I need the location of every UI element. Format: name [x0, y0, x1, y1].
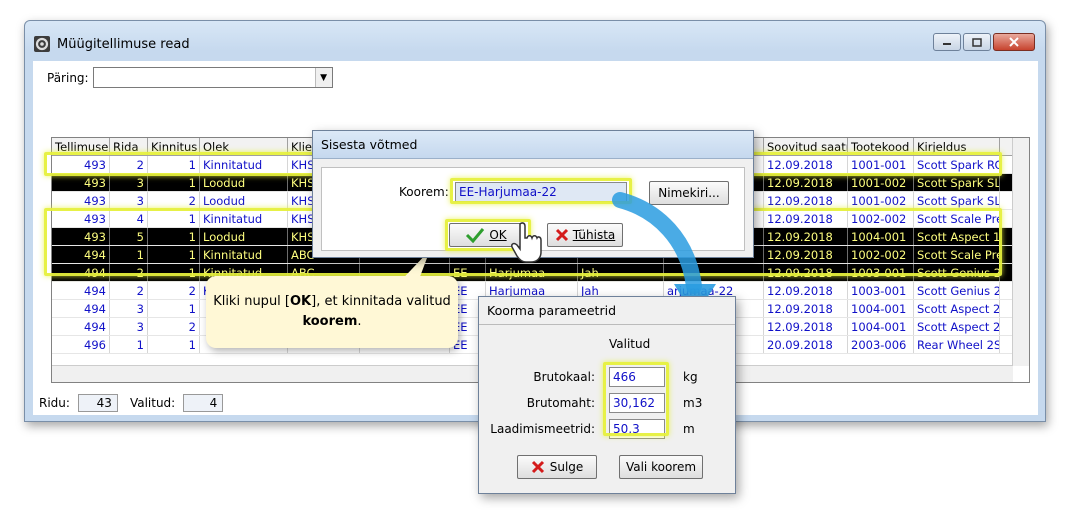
x-icon: [555, 228, 568, 242]
table-cell: 3: [110, 300, 148, 317]
query-label: Päring:: [47, 70, 89, 85]
table-cell: Loodud: [200, 174, 288, 191]
table-cell: 1: [148, 174, 200, 191]
table-cell: 3: [110, 318, 148, 335]
gross-weight-unit: kg: [683, 370, 698, 384]
table-cell: 3: [110, 192, 148, 209]
table-cell: 1001-002: [848, 174, 914, 191]
table-cell: Scott Genius 2: [914, 282, 1000, 299]
minimize-icon: [943, 43, 951, 45]
table-cell: 2: [148, 192, 200, 209]
table-cell: 1004-001: [848, 300, 914, 317]
table-cell: 494: [52, 300, 110, 317]
table-cell: 12.09.2018: [764, 192, 848, 209]
minimize-button[interactable]: [933, 33, 961, 51]
table-cell: 20.09.2018: [764, 336, 848, 353]
koorem-highlight: [450, 178, 632, 204]
table-cell: Rear Wheel 2S: [914, 336, 1000, 353]
table-cell: 2: [110, 282, 148, 299]
rows-count: 43: [77, 394, 118, 412]
close-params-label: Sulge: [549, 460, 584, 474]
table-cell: 12.09.2018: [764, 282, 848, 299]
table-cell: 12.09.2018: [764, 318, 848, 335]
table-cell: Scott Spark SL: [914, 192, 1000, 209]
loading-meters-label: Laadimismeetrid:: [490, 422, 595, 436]
callout-bold: koorem: [302, 314, 358, 329]
table-cell: 494: [52, 282, 110, 299]
gross-volume-label: Brutomaht:: [526, 396, 595, 410]
table-cell: 494: [52, 318, 110, 335]
params-column-header: Valitud: [609, 337, 651, 351]
maximize-icon: [972, 37, 982, 47]
maximize-button[interactable]: [963, 33, 991, 51]
selected-label: Valitud:: [129, 396, 176, 410]
gear-icon: [34, 36, 50, 52]
callout-ok: OK: [290, 294, 312, 309]
table-cell: Scott Aspect 2: [914, 300, 1000, 317]
table-cell: Scott Spark SL: [914, 174, 1000, 191]
gross-volume-unit: m3: [683, 396, 703, 410]
table-cell: 1003-001: [848, 282, 914, 299]
x-icon: [531, 460, 544, 474]
table-cell: 12.09.2018: [764, 300, 848, 317]
rows-label: Ridu:: [39, 396, 70, 410]
close-params-button[interactable]: Sulge: [517, 455, 597, 479]
query-combobox[interactable]: ▼: [92, 67, 333, 88]
query-row: Päring: ▼: [47, 67, 333, 88]
table-cell: 2: [148, 318, 200, 335]
callout-text-1: Kliki nupul [: [213, 294, 290, 309]
table-cell: 493: [52, 192, 110, 209]
params-dialog-title: Koorma parameetrid: [479, 297, 735, 325]
hand-cursor-icon: [511, 222, 542, 263]
table-cell: 1: [148, 336, 200, 353]
table-cell: 12.09.2018: [764, 174, 848, 191]
loading-meters-unit: m: [683, 422, 695, 436]
window-title: Müügitellimuse read: [57, 36, 190, 52]
table-cell: 2: [148, 282, 200, 299]
params-highlight: [603, 362, 669, 436]
table-cell: 1001-002: [848, 192, 914, 209]
table-cell: 1004-001: [848, 318, 914, 335]
table-cell: 493: [52, 174, 110, 191]
table-cell: 3: [110, 174, 148, 191]
close-icon: [1009, 37, 1019, 47]
close-button[interactable]: [993, 33, 1035, 51]
table-cell: Scott Aspect 2: [914, 318, 1000, 335]
select-load-button[interactable]: Vali koorem: [619, 455, 703, 479]
vertical-scrollbar[interactable]: [1012, 138, 1029, 366]
table-cell: 1: [148, 300, 200, 317]
table-cell: 1: [110, 336, 148, 353]
table-cell: 2003-006: [848, 336, 914, 353]
koorem-label: Koorem:: [399, 185, 449, 199]
callout-text-2: ], et kinnitada valitud: [311, 294, 451, 309]
chevron-down-icon[interactable]: ▼: [314, 68, 332, 87]
window-titlebar: Müügitellimuse read: [33, 29, 190, 59]
gross-weight-label: Brutokaal:: [533, 370, 595, 384]
table-cell: 496: [52, 336, 110, 353]
callout-text-3: .: [357, 314, 362, 329]
key-dialog-title: Sisesta võtmed: [313, 131, 753, 159]
table-cell: Loodud: [200, 192, 288, 209]
selected-count: 4: [183, 394, 224, 412]
